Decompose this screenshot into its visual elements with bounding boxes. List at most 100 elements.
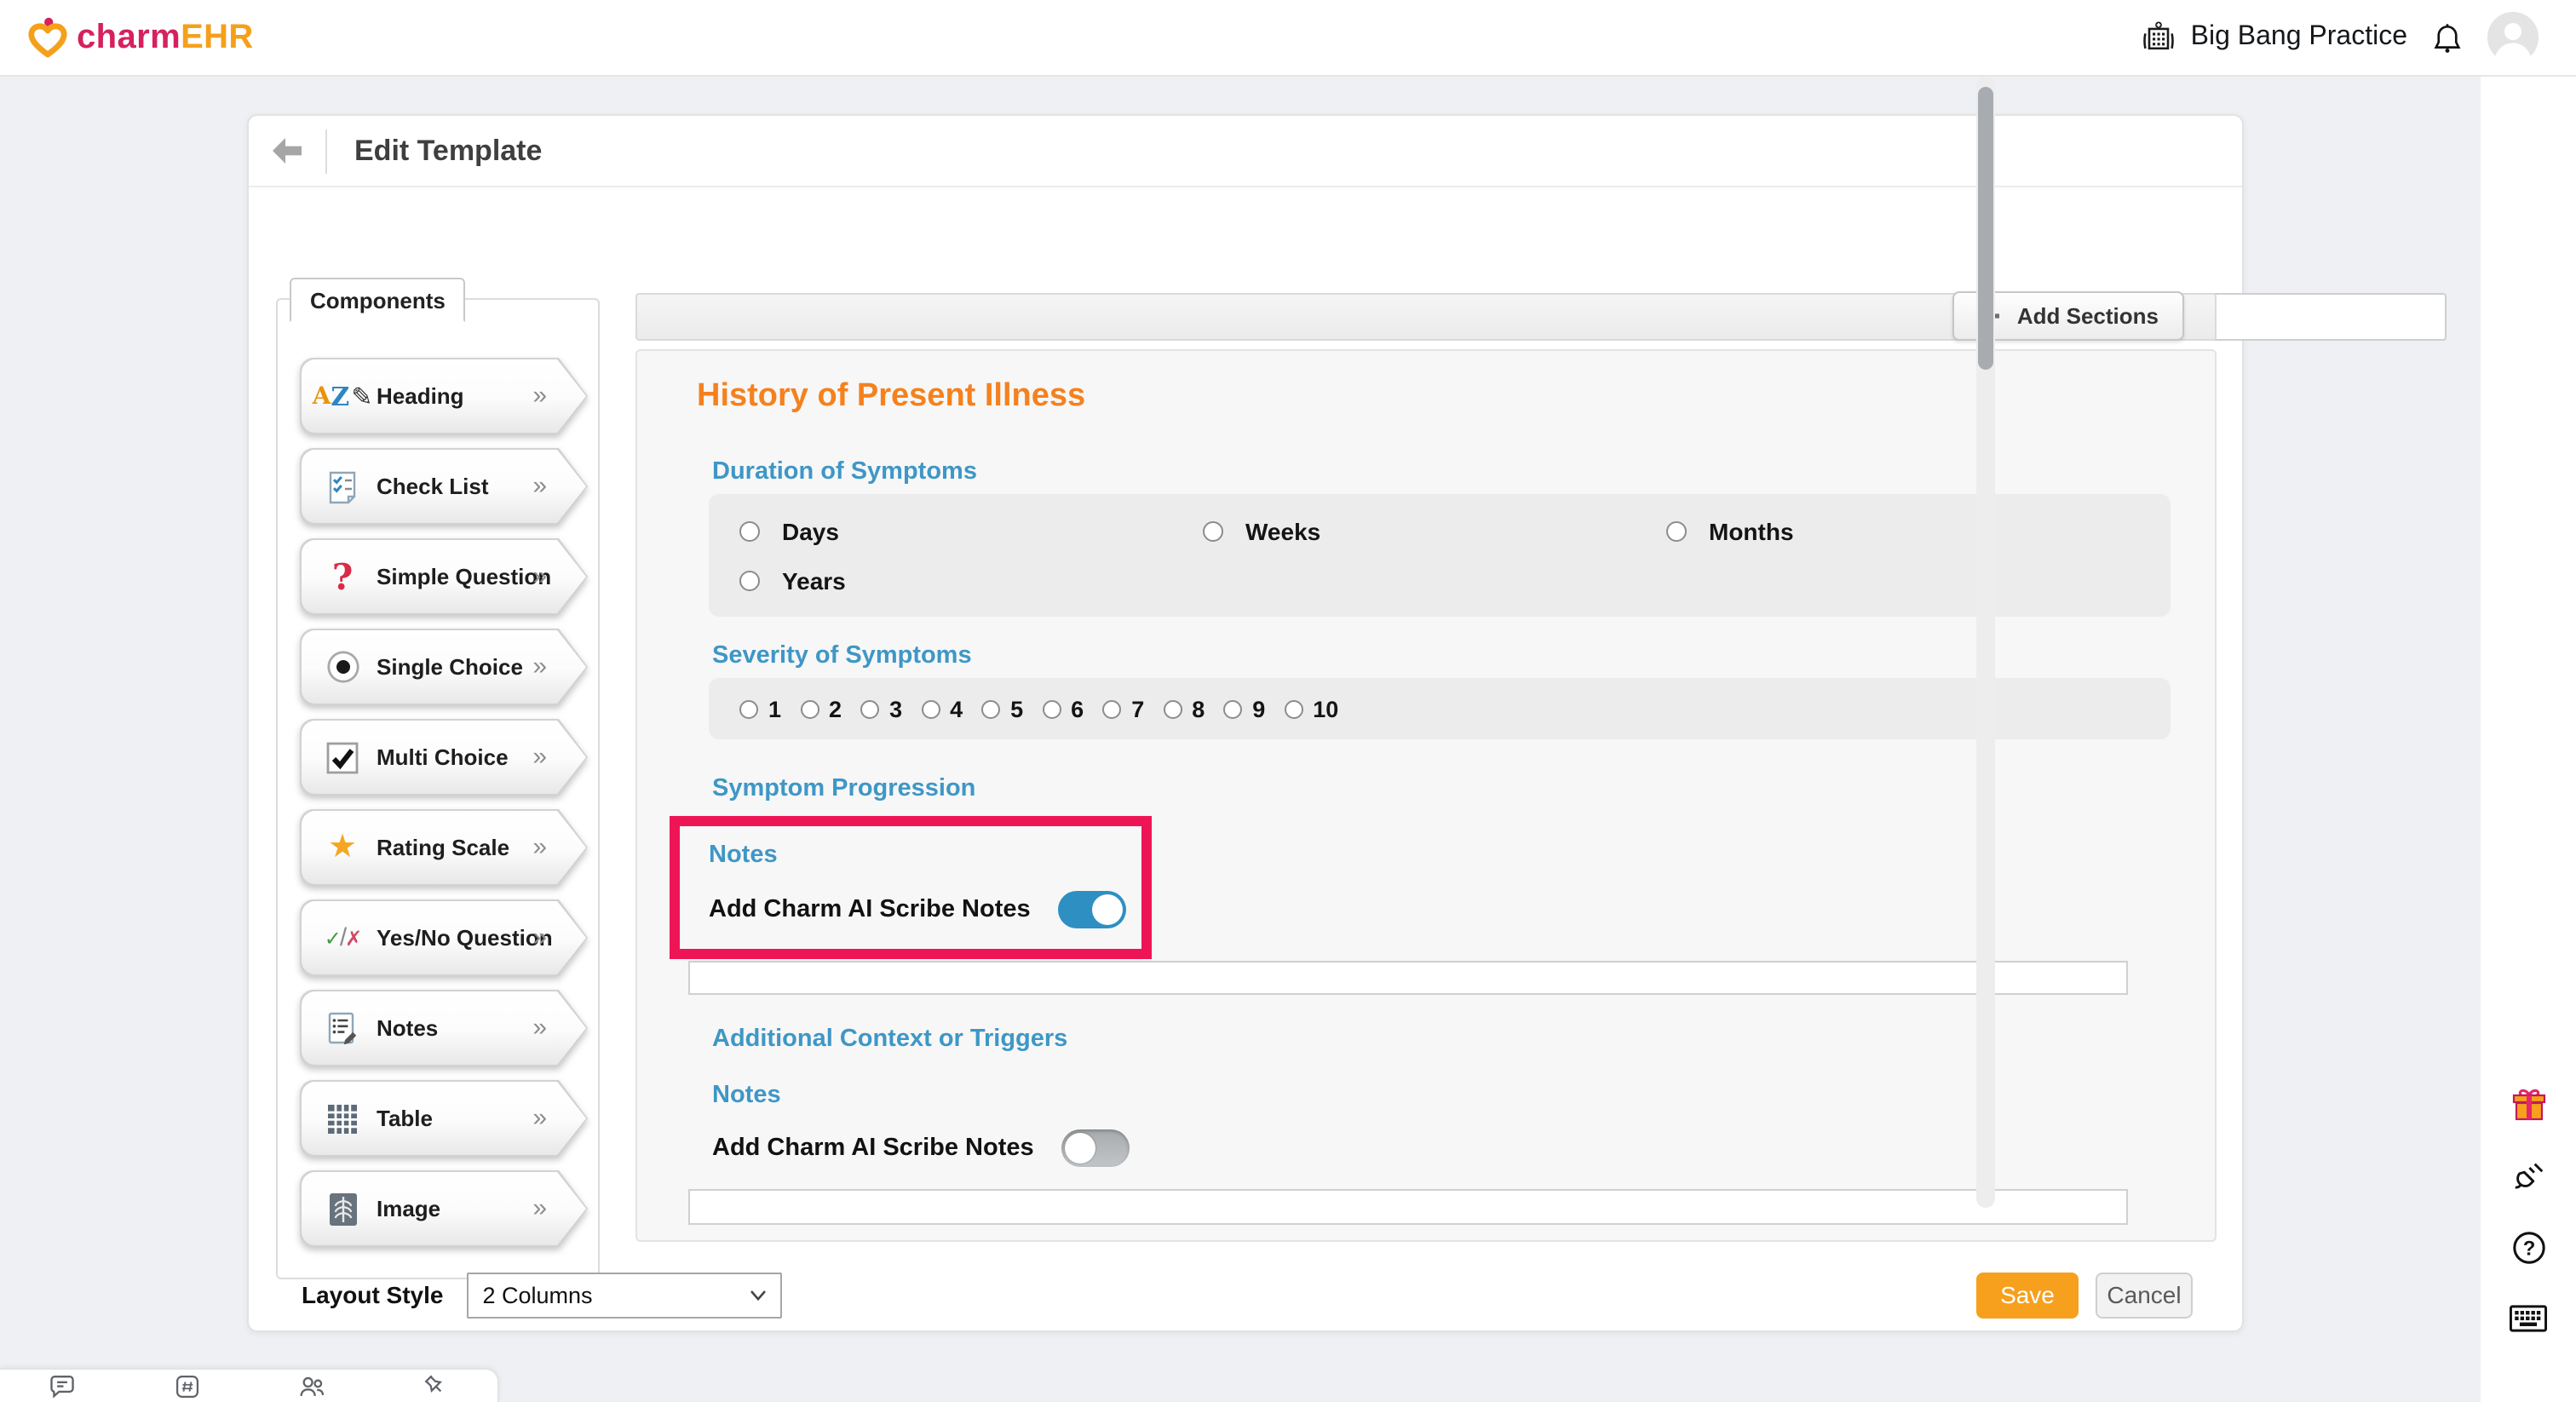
dock-item-people[interactable]: People <box>249 1370 373 1402</box>
radio-option-years[interactable]: Years <box>739 566 1203 594</box>
back-button[interactable] <box>273 138 302 164</box>
component-image[interactable]: Image » <box>300 1170 588 1247</box>
radio-button[interactable] <box>860 699 879 718</box>
components-tab-label: Components <box>310 287 446 313</box>
save-button[interactable]: Save <box>1976 1272 2079 1318</box>
pennant-face: ✓/✗ Yes/No Question » <box>302 901 586 974</box>
help-icon[interactable]: ? <box>2510 1228 2547 1266</box>
component-notes[interactable]: Notes » <box>300 990 588 1066</box>
question-mark-icon: ? <box>317 555 368 598</box>
ai-scribe-toggle-row-primary: Add Charm AI Scribe Notes <box>709 891 1141 928</box>
pennant-face: ? Simple Question » <box>302 540 586 613</box>
radio-option-9[interactable]: 9 <box>1223 696 1265 721</box>
radio-option-1[interactable]: 1 <box>739 696 781 721</box>
radio-button[interactable] <box>739 699 758 718</box>
notes-text-input-secondary[interactable] <box>688 1189 2128 1225</box>
top-header: charmEHR <box>0 0 2576 77</box>
card-footer: Layout Style 2 Columns Save Cancel <box>249 1257 2242 1332</box>
radio-label: Years <box>782 566 846 594</box>
radio-option-months[interactable]: Months <box>1666 517 2130 544</box>
layout-style-select[interactable]: 2 Columns <box>468 1272 783 1318</box>
radio-button[interactable] <box>1042 699 1061 718</box>
people-icon <box>297 1375 325 1397</box>
cancel-button[interactable]: Cancel <box>2096 1272 2193 1318</box>
radio-option-10[interactable]: 10 <box>1284 696 1338 721</box>
card-header: Edit Template <box>249 116 2242 187</box>
dock-item-channels[interactable]: Channels <box>124 1370 249 1402</box>
practice-selector[interactable]: Big Bang Practice <box>2140 19 2407 56</box>
component-label: Single Choice <box>377 654 523 680</box>
user-avatar[interactable] <box>2487 12 2539 63</box>
component-heading[interactable]: AZ✎ Heading » <box>300 358 588 434</box>
radio-button[interactable] <box>1666 520 1687 541</box>
radio-button[interactable] <box>1102 699 1121 718</box>
radio-button[interactable] <box>800 699 819 718</box>
radio-button[interactable] <box>1284 699 1302 718</box>
component-simple-question[interactable]: ? Simple Question » <box>300 538 588 615</box>
component-label: Simple Question <box>377 564 551 589</box>
keyboard-icon[interactable] <box>2510 1300 2547 1337</box>
plug-icon[interactable] <box>2510 1157 2547 1194</box>
pennant-face: Single Choice » <box>302 630 586 704</box>
radio-icon <box>317 649 368 685</box>
notifications-bell-icon[interactable] <box>2431 20 2464 55</box>
radio-option-4[interactable]: 4 <box>921 696 963 721</box>
edit-template-card: Edit Template Tags Components AZ✎ Headin… <box>247 114 2244 1332</box>
radio-option-3[interactable]: 3 <box>860 696 902 721</box>
radio-label: 2 <box>829 696 842 721</box>
radio-option-6[interactable]: 6 <box>1042 696 1084 721</box>
rail-icons: ? <box>2481 1085 2576 1337</box>
dock-item-chats[interactable]: Chats <box>0 1370 124 1402</box>
toggle-knob <box>1065 1133 1095 1164</box>
component-single-choice[interactable]: Single Choice » <box>300 629 588 705</box>
component-label: Yes/No Question <box>377 925 553 951</box>
radio-option-2[interactable]: 2 <box>800 696 842 721</box>
component-label: Check List <box>377 474 489 499</box>
pin-icon <box>423 1375 448 1397</box>
ai-scribe-toggle-label-secondary: Add Charm AI Scribe Notes <box>712 1135 1034 1162</box>
app-root: charmEHR <box>0 0 2576 1402</box>
charmehr-logo[interactable]: charmEHR <box>27 15 254 60</box>
radio-option-7[interactable]: 7 <box>1102 696 1144 721</box>
radio-button[interactable] <box>739 520 760 541</box>
component-label: Multi Choice <box>377 744 509 770</box>
component-yes-no-question[interactable]: ✓/✗ Yes/No Question » <box>300 899 588 976</box>
scrollbar-thumb[interactable] <box>1978 87 1993 370</box>
radio-button[interactable] <box>1203 520 1223 541</box>
double-chevron-icon: » <box>532 561 547 590</box>
component-multi-choice[interactable]: Multi Choice » <box>300 719 588 796</box>
az-pencil-icon: AZ✎ <box>317 381 368 411</box>
double-chevron-icon: » <box>532 922 547 951</box>
ai-scribe-toggle-primary[interactable] <box>1058 891 1126 928</box>
toggle-knob <box>1092 894 1123 925</box>
double-chevron-icon: » <box>532 1013 547 1042</box>
radio-option-weeks[interactable]: Weeks <box>1203 517 1666 544</box>
components-list: AZ✎ Heading » Check List » ? Simple Ques… <box>300 358 588 1247</box>
table-icon <box>317 1103 368 1134</box>
notes-text-input-primary[interactable] <box>688 961 2128 995</box>
radio-button[interactable] <box>739 570 760 590</box>
component-check-list[interactable]: Check List » <box>300 448 588 525</box>
radio-button[interactable] <box>921 699 940 718</box>
components-tab[interactable]: Components <box>290 278 466 322</box>
radio-option-8[interactable]: 8 <box>1163 696 1205 721</box>
radio-option-days[interactable]: Days <box>739 517 1203 544</box>
pennant-face: ★ Rating Scale » <box>302 811 586 884</box>
section-heading-notes-primary[interactable]: Notes <box>709 842 1141 869</box>
radio-button[interactable] <box>1163 699 1182 718</box>
radio-option-5[interactable]: 5 <box>981 696 1023 721</box>
radio-button[interactable] <box>981 699 1000 718</box>
hash-icon <box>175 1375 198 1397</box>
brand-ehr: EHR <box>181 18 254 55</box>
radio-button[interactable] <box>1223 699 1242 718</box>
chat-bubble-icon <box>49 1375 75 1397</box>
ai-scribe-toggle-secondary[interactable] <box>1061 1129 1130 1167</box>
component-rating-scale[interactable]: ★ Rating Scale » <box>300 809 588 886</box>
component-table[interactable]: Table » <box>300 1080 588 1157</box>
layout-style-label: Layout Style <box>302 1281 444 1308</box>
dock-item-my-pins[interactable]: My Pins <box>373 1370 497 1402</box>
gift-icon[interactable] <box>2510 1085 2547 1123</box>
radio-label: 8 <box>1192 696 1205 721</box>
practice-name: Big Bang Practice <box>2191 22 2407 53</box>
vertical-scrollbar[interactable] <box>1976 77 1995 1208</box>
